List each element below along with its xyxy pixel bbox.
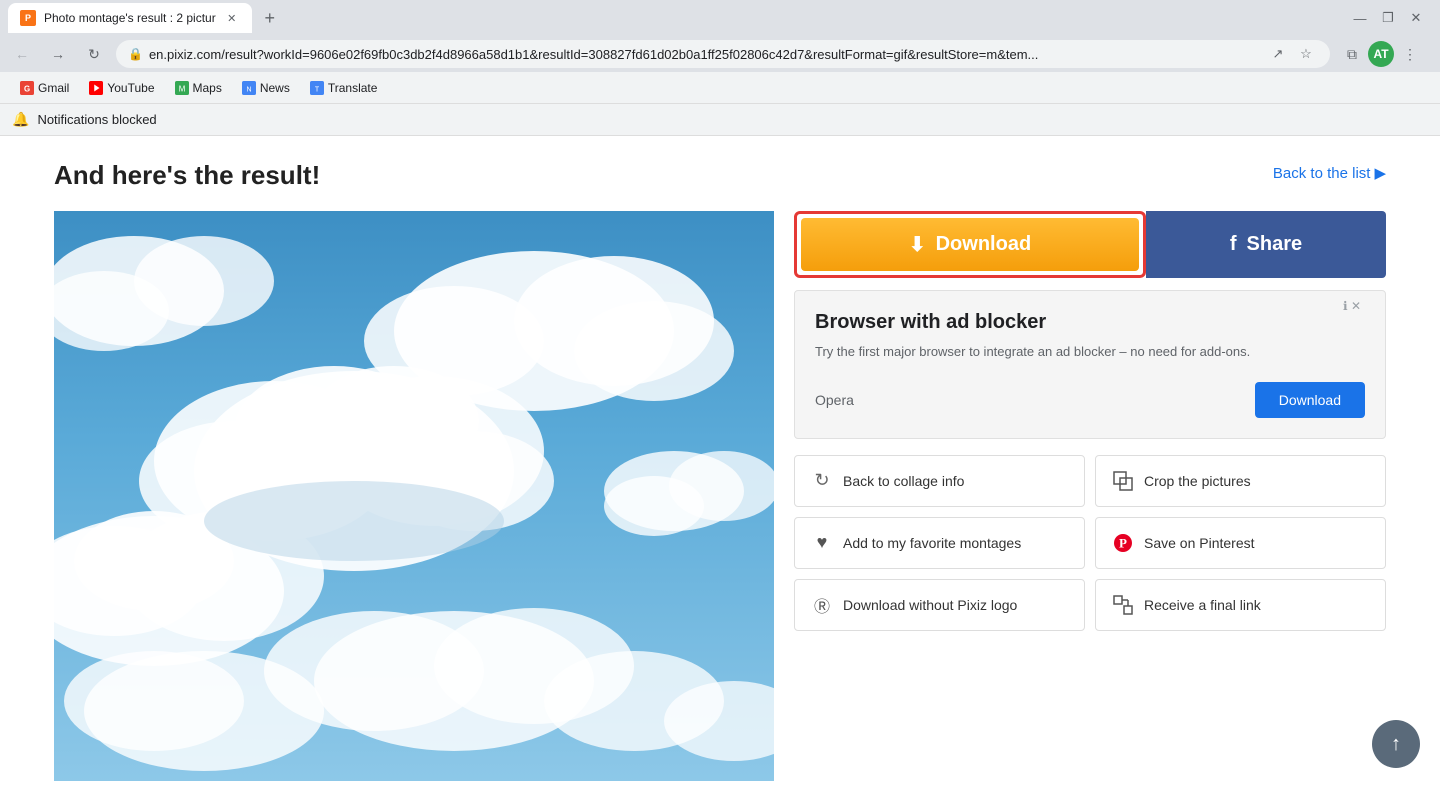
bookmark-translate[interactable]: T Translate <box>302 79 386 97</box>
window-controls: — ❐ ✕ <box>1352 10 1432 26</box>
tab-favicon: P <box>20 10 36 26</box>
extensions-button[interactable]: ⧉ <box>1338 40 1366 68</box>
svg-text:N: N <box>246 86 251 93</box>
page-content: And here's the result! Back to the list … <box>0 136 1440 792</box>
favorite-montages-button[interactable]: ♥ Add to my favorite montages <box>794 517 1085 569</box>
scroll-to-top-button[interactable]: ↑ <box>1372 720 1420 768</box>
close-button[interactable]: ✕ <box>1408 10 1424 26</box>
bookmark-maps[interactable]: M Maps <box>167 79 230 97</box>
page-title: And here's the result! <box>54 160 320 191</box>
ad-section: ℹ ✕ Browser with ad blocker Try the firs… <box>794 290 1386 439</box>
address-input[interactable]: 🔒 en.pixiz.com/result?workId=9606e02f69f… <box>116 40 1330 68</box>
download-button-wrapper: ⬇ Download <box>794 211 1146 278</box>
download-share-row: ⬇ Download f Share <box>794 211 1386 278</box>
active-tab[interactable]: P Photo montage's result : 2 pictur ✕ <box>8 3 252 33</box>
cloud-image <box>54 211 774 781</box>
bookmark-youtube[interactable]: YouTube <box>81 79 162 97</box>
minimize-button[interactable]: — <box>1352 10 1368 26</box>
address-right-icons: ↗ ☆ <box>1266 42 1318 66</box>
share-page-icon[interactable]: ↗ <box>1266 42 1290 66</box>
svg-text:T: T <box>315 86 320 93</box>
news-icon: N <box>242 81 256 95</box>
notification-bar: 🔔 Notifications blocked <box>0 104 1440 136</box>
tab-title: Photo montage's result : 2 pictur <box>44 11 216 25</box>
back-button[interactable]: ← <box>8 40 36 68</box>
image-section <box>54 211 774 781</box>
heart-icon: ♥ <box>811 532 833 554</box>
forward-button[interactable]: → <box>44 40 72 68</box>
browser-chrome: P Photo montage's result : 2 pictur ✕ + … <box>0 0 1440 136</box>
menu-button[interactable]: ⋮ <box>1396 40 1424 68</box>
translate-icon: T <box>310 81 324 95</box>
browser-right-icons: ⧉ AT ⋮ <box>1338 40 1432 68</box>
lock-icon: 🔒 <box>128 47 143 61</box>
result-header: And here's the result! Back to the list … <box>54 160 1386 191</box>
cloud-scene-svg <box>54 211 774 781</box>
tab-bar: P Photo montage's result : 2 pictur ✕ + … <box>0 0 1440 36</box>
download-icon: ⬇ <box>909 232 926 257</box>
registered-icon: Ⓡ <box>811 594 833 616</box>
crop-pictures-button[interactable]: Crop the pictures <box>1095 455 1386 507</box>
content-area: ⬇ Download f Share ℹ ✕ Browser with ad b… <box>54 211 1386 781</box>
receive-link-button[interactable]: Receive a final link <box>1095 579 1386 631</box>
new-tab-button[interactable]: + <box>256 4 284 32</box>
youtube-icon <box>89 81 103 95</box>
bookmarks-bar: G Gmail YouTube M Maps N News <box>0 72 1440 104</box>
ad-download-button[interactable]: Download <box>1255 382 1365 418</box>
share-button[interactable]: f Share <box>1146 211 1386 278</box>
refresh-icon: ↻ <box>811 470 833 492</box>
facebook-icon: f <box>1230 233 1237 256</box>
maximize-button[interactable]: ❐ <box>1380 10 1396 26</box>
gmail-icon: G <box>20 81 34 95</box>
ad-footer: Opera Download <box>815 382 1365 418</box>
bookmark-gmail[interactable]: G Gmail <box>12 79 77 97</box>
notification-bell-icon: 🔔 <box>12 111 29 128</box>
back-to-collage-button[interactable]: ↻ Back to collage info <box>794 455 1085 507</box>
maps-icon: M <box>175 81 189 95</box>
tab-close-button[interactable]: ✕ <box>224 10 240 26</box>
right-panel: ⬇ Download f Share ℹ ✕ Browser with ad b… <box>774 211 1386 631</box>
page-inner: And here's the result! Back to the list … <box>30 136 1410 781</box>
ad-brand: Opera <box>815 392 854 408</box>
ad-info-icon[interactable]: ℹ ✕ <box>1343 299 1361 313</box>
notification-text: Notifications blocked <box>37 112 156 127</box>
profile-avatar[interactable]: AT <box>1368 41 1394 67</box>
address-text: en.pixiz.com/result?workId=9606e02f69fb0… <box>149 47 1260 62</box>
download-no-logo-button[interactable]: Ⓡ Download without Pixiz logo <box>794 579 1085 631</box>
action-grid: ↻ Back to collage info Crop the pictures <box>794 455 1386 631</box>
svg-text:G: G <box>24 84 30 93</box>
back-to-list-link[interactable]: Back to the list ▶ <box>1273 160 1386 182</box>
svg-text:M: M <box>178 84 185 93</box>
ad-title: Browser with ad blocker <box>815 311 1365 334</box>
pinterest-icon: P <box>1112 532 1134 554</box>
crop-icon <box>1112 470 1134 492</box>
bookmark-star-icon[interactable]: ☆ <box>1294 42 1318 66</box>
reload-button[interactable]: ↻ <box>80 40 108 68</box>
svg-text:P: P <box>1119 535 1127 550</box>
save-pinterest-button[interactable]: P Save on Pinterest <box>1095 517 1386 569</box>
address-bar: ← → ↻ 🔒 en.pixiz.com/result?workId=9606e… <box>0 36 1440 72</box>
bookmark-news[interactable]: N News <box>234 79 298 97</box>
download-button[interactable]: ⬇ Download <box>801 218 1139 271</box>
link-icon <box>1112 594 1134 616</box>
ad-description: Try the first major browser to integrate… <box>815 342 1365 362</box>
